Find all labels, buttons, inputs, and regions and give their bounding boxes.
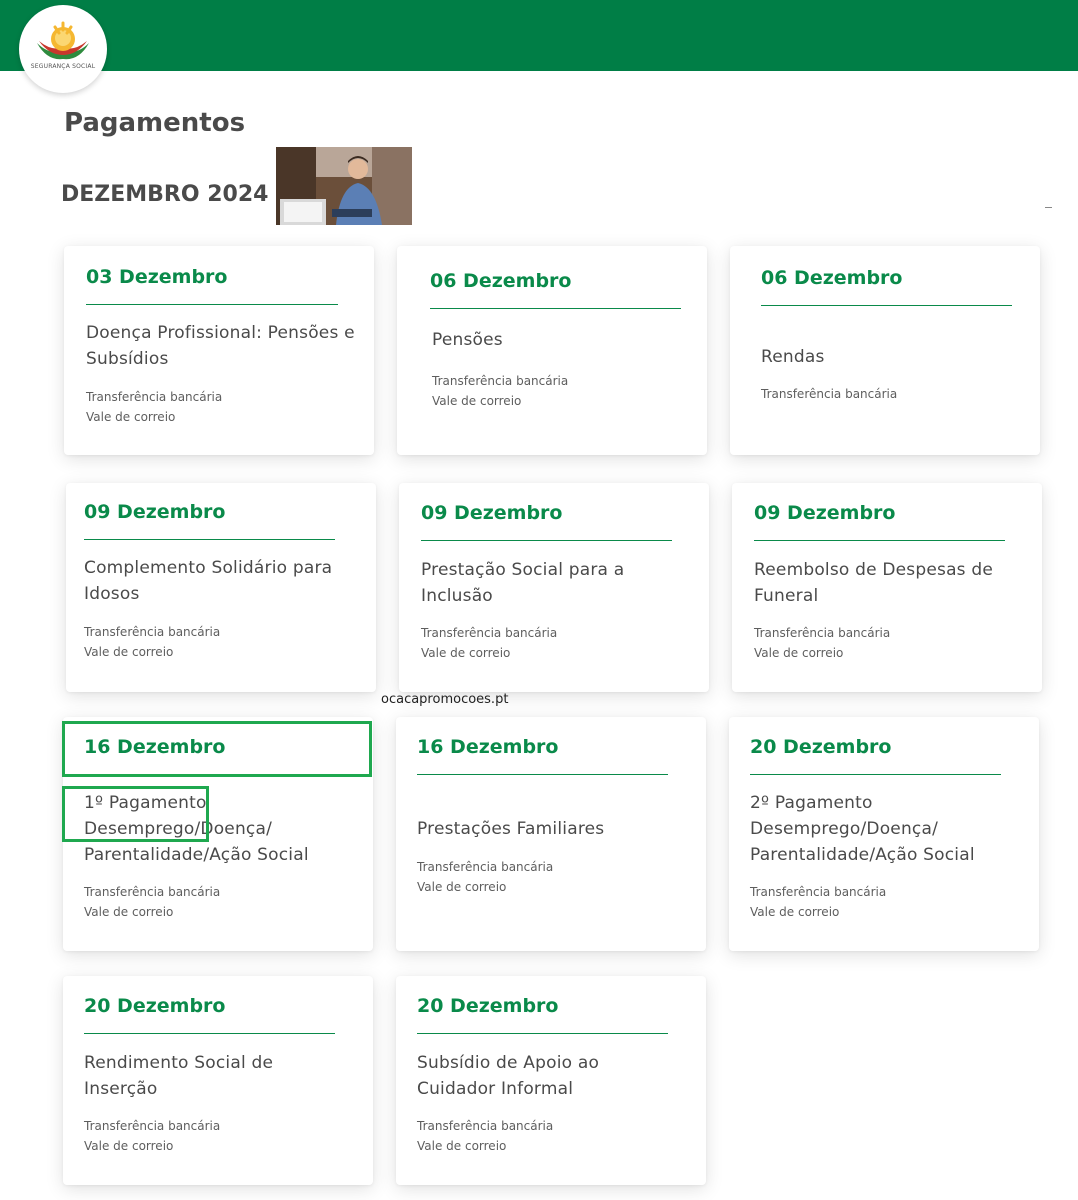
method-item: Vale de correio bbox=[432, 394, 522, 408]
card-title: Rendas bbox=[761, 347, 825, 367]
payment-card: 03 Dezembro Doença Profissional: Pensões… bbox=[64, 246, 374, 455]
method-item: Vale de correio bbox=[84, 1139, 174, 1153]
month-title: DEZEMBRO 2024 bbox=[61, 182, 269, 207]
method-item: Vale de correio bbox=[86, 410, 176, 424]
payment-methods: Transferência bancária Vale de correio bbox=[432, 371, 568, 411]
card-divider bbox=[84, 539, 335, 540]
highlight-box-title bbox=[62, 786, 209, 842]
payment-card: 16 Dezembro Prestações Familiares Transf… bbox=[396, 717, 706, 951]
method-item: Transferência bancária bbox=[754, 626, 891, 640]
card-title: Complemento Solidário para Idosos bbox=[84, 558, 333, 604]
header-photo bbox=[276, 147, 412, 225]
watermark-text: ocacapromocoes.pt bbox=[381, 692, 509, 707]
method-item: Vale de correio bbox=[417, 880, 507, 894]
payment-card: 09 Dezembro Prestação Social para a Incl… bbox=[399, 483, 709, 692]
payment-methods: Transferência bancária bbox=[761, 384, 897, 404]
payment-methods: Transferência bancária Vale de correio bbox=[417, 857, 553, 897]
payment-card: 09 Dezembro Reembolso de Despesas de Fun… bbox=[732, 483, 1042, 692]
method-item: Transferência bancária bbox=[84, 625, 221, 639]
payment-methods: Transferência bancária Vale de correio bbox=[750, 882, 886, 922]
card-title: Doença Profissional: Pensões e Subsídios bbox=[86, 323, 355, 369]
method-item: Vale de correio bbox=[84, 645, 174, 659]
card-divider bbox=[421, 540, 672, 541]
method-item: Transferência bancária bbox=[86, 390, 223, 404]
payment-methods: Transferência bancária Vale de correio bbox=[84, 882, 220, 922]
highlight-box-date bbox=[62, 721, 372, 777]
method-item: Transferência bancária bbox=[417, 860, 554, 874]
method-item: Vale de correio bbox=[421, 646, 511, 660]
payment-methods: Transferência bancária Vale de correio bbox=[84, 622, 220, 662]
card-title: Subsídio de Apoio ao Cuidador Informal bbox=[417, 1053, 600, 1099]
logo-text: SEGURANÇA SOCIAL bbox=[30, 63, 96, 70]
card-divider bbox=[761, 305, 1012, 306]
card-divider bbox=[417, 774, 668, 775]
card-date: 06 Dezembro bbox=[430, 270, 572, 292]
card-date: 20 Dezembro bbox=[417, 995, 559, 1017]
card-date: 09 Dezembro bbox=[421, 502, 563, 524]
method-item: Transferência bancária bbox=[421, 626, 558, 640]
card-title: Prestações Familiares bbox=[417, 819, 605, 839]
card-title: Prestação Social para a Inclusão bbox=[421, 560, 625, 606]
method-item: Vale de correio bbox=[754, 646, 844, 660]
method-item: Transferência bancária bbox=[84, 1119, 221, 1133]
payment-methods: Transferência bancária Vale de correio bbox=[421, 623, 557, 663]
card-date: 09 Dezembro bbox=[84, 501, 226, 523]
payment-card: 20 Dezembro 2º Pagamento Desemprego/Doen… bbox=[729, 717, 1039, 951]
card-divider bbox=[430, 308, 681, 309]
card-divider bbox=[86, 304, 338, 305]
payment-methods: Transferência bancária Vale de correio bbox=[86, 387, 222, 427]
card-date: 09 Dezembro bbox=[754, 502, 896, 524]
card-title: 2º Pagamento Desemprego/Doença/ Parental… bbox=[750, 793, 975, 865]
card-title: Rendimento Social de Inserção bbox=[84, 1053, 274, 1099]
card-date: 06 Dezembro bbox=[761, 267, 903, 289]
page-title: Pagamentos bbox=[64, 108, 246, 138]
card-date: 03 Dezembro bbox=[86, 266, 228, 288]
payment-methods: Transferência bancária Vale de correio bbox=[754, 623, 890, 663]
method-item: Vale de correio bbox=[84, 905, 174, 919]
card-divider bbox=[750, 774, 1001, 775]
divider-mark bbox=[1045, 207, 1052, 208]
payment-methods: Transferência bancária Vale de correio bbox=[417, 1116, 553, 1156]
sun-emblem-icon bbox=[37, 21, 89, 60]
method-item: Vale de correio bbox=[750, 905, 840, 919]
payment-card: 06 Dezembro Rendas Transferência bancári… bbox=[730, 246, 1040, 455]
seguranca-social-logo[interactable]: SEGURANÇA SOCIAL bbox=[19, 5, 107, 93]
payment-card: 09 Dezembro Complemento Solidário para I… bbox=[66, 483, 376, 692]
card-divider bbox=[754, 540, 1005, 541]
payment-card: 06 Dezembro Pensões Transferência bancár… bbox=[397, 246, 707, 455]
card-date: 20 Dezembro bbox=[750, 736, 892, 758]
card-title: Pensões bbox=[432, 330, 503, 350]
method-item: Transferência bancária bbox=[84, 885, 221, 899]
card-divider bbox=[84, 1033, 335, 1034]
method-item: Transferência bancária bbox=[432, 374, 569, 388]
payment-card: 20 Dezembro Rendimento Social de Inserçã… bbox=[63, 976, 373, 1185]
method-item: Transferência bancária bbox=[417, 1119, 554, 1133]
method-item: Transferência bancária bbox=[750, 885, 887, 899]
payment-methods: Transferência bancária Vale de correio bbox=[84, 1116, 220, 1156]
card-divider bbox=[417, 1033, 668, 1034]
method-item: Transferência bancária bbox=[761, 387, 898, 401]
card-date: 16 Dezembro bbox=[417, 736, 559, 758]
payment-card: 20 Dezembro Subsídio de Apoio ao Cuidado… bbox=[396, 976, 706, 1185]
top-bar bbox=[0, 0, 1078, 71]
card-date: 20 Dezembro bbox=[84, 995, 226, 1017]
card-title: Reembolso de Despesas de Funeral bbox=[754, 560, 993, 606]
method-item: Vale de correio bbox=[417, 1139, 507, 1153]
